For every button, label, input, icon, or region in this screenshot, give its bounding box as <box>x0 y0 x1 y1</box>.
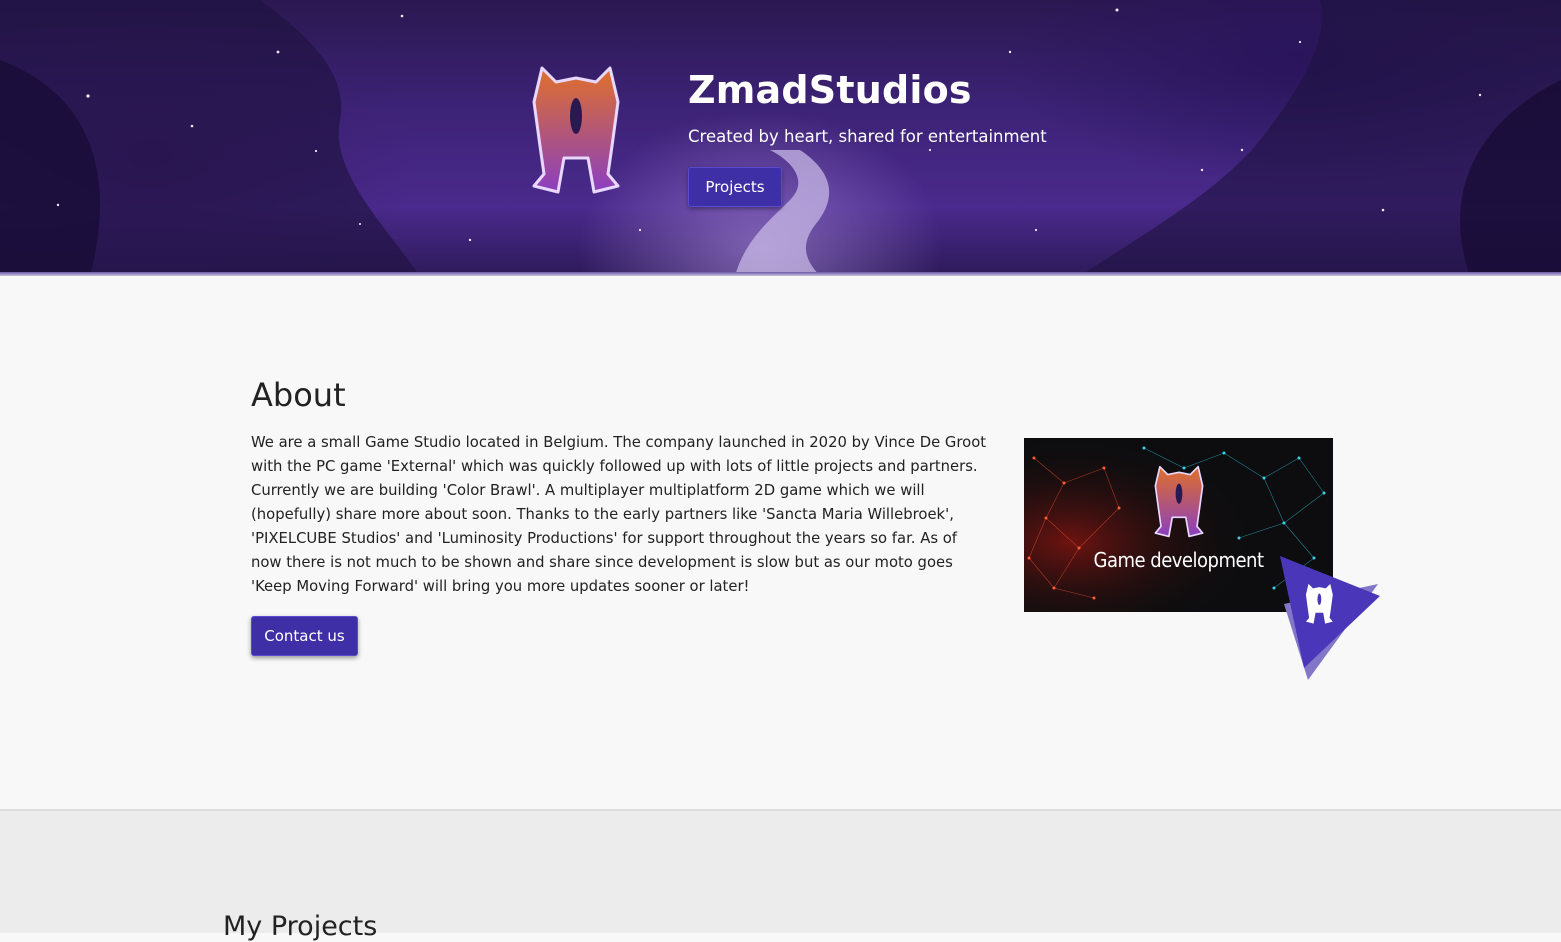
projects-heading: My Projects <box>223 911 378 942</box>
site-title: ZmadStudios <box>688 68 972 112</box>
projects-button[interactable]: Projects <box>688 167 782 207</box>
about-section: About We are a small Game Studio located… <box>0 276 1561 809</box>
studio-logo-icon <box>532 66 620 194</box>
studio-logo-icon <box>1154 465 1204 538</box>
hero-banner: ZmadStudios Created by heart, shared for… <box>0 0 1561 276</box>
contact-us-button[interactable]: Contact us <box>251 616 358 656</box>
site-tagline: Created by heart, shared for entertainme… <box>688 127 1047 146</box>
projects-section: My Projects <box>0 809 1561 942</box>
about-description: We are a small Game Studio located in Be… <box>251 434 987 595</box>
about-heading: About <box>251 376 346 414</box>
play-triangle-icon <box>1280 556 1380 680</box>
